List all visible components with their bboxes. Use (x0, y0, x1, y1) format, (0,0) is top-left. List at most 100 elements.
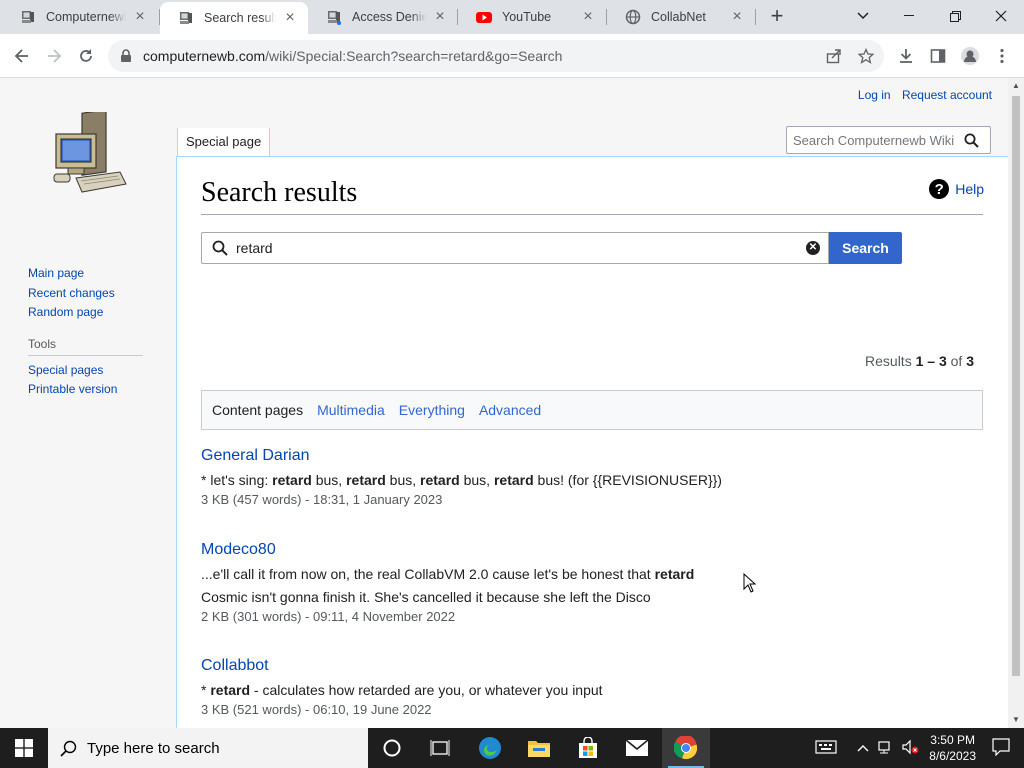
microsoft-store-icon[interactable] (564, 728, 612, 768)
search-icon (60, 740, 77, 757)
chrome-icon[interactable] (662, 728, 710, 768)
task-view-icon[interactable] (416, 728, 464, 768)
new-tab-icon[interactable]: + (766, 5, 788, 28)
browser-toolbar: computernewb.com/wiki/Special:Search?sea… (0, 34, 1024, 78)
keyboard-icon[interactable] (815, 739, 837, 758)
header-search[interactable] (786, 126, 991, 154)
result-title-link[interactable]: Collabbot (201, 657, 981, 675)
menu-kebab-icon[interactable] (988, 42, 1016, 70)
reload-icon[interactable] (72, 42, 100, 70)
wiki-computer-icon (178, 10, 194, 26)
page-title: Search results (201, 177, 983, 215)
wiki-page: Log in Request account Main page Recent … (0, 78, 1008, 728)
browser-tab[interactable]: Computernewb Wiki × (2, 0, 158, 34)
sidebar-item-special-pages[interactable]: Special pages (28, 361, 148, 381)
results-count: Results 1 – 3 of 3 (865, 353, 974, 369)
snippet-text: * let's sing: (201, 472, 273, 488)
result-title-link[interactable]: Modeco80 (201, 541, 721, 559)
close-icon[interactable]: × (132, 9, 148, 25)
tab-special-page[interactable]: Special page (177, 128, 271, 158)
result-meta: 3 KB (521 words) - 06:10, 19 June 2022 (201, 702, 432, 717)
search-result: Modeco80 ...e'll call it from now on, th… (201, 541, 721, 624)
snippet-text: ...e'll call it from now on, the real Co… (201, 566, 655, 582)
header-search-input[interactable] (793, 132, 961, 148)
windows-start-icon[interactable] (0, 728, 48, 768)
chevron-up-icon[interactable] (857, 741, 869, 755)
browser-tab[interactable]: CollabNet × (607, 0, 755, 34)
tab-search-icon[interactable] (840, 0, 886, 32)
youtube-icon (476, 9, 492, 25)
tab-title: Computernewb Wiki (46, 10, 126, 24)
bookmark-star-icon[interactable] (856, 46, 876, 66)
sidebar-item-random-page[interactable]: Random page (28, 303, 148, 323)
sidebar-item-printable-version[interactable]: Printable version (28, 380, 148, 400)
cortana-icon[interactable] (368, 728, 416, 768)
browser-tab[interactable]: Access Denied × (308, 0, 458, 34)
help-link[interactable]: ? Help (929, 179, 984, 199)
address-bar[interactable]: computernewb.com/wiki/Special:Search?sea… (108, 40, 884, 72)
download-icon[interactable] (892, 42, 920, 70)
edge-browser-icon[interactable] (466, 728, 514, 768)
profile-avatar-icon[interactable] (956, 42, 984, 70)
system-tray: 3:50 PM 8/6/2023 (815, 728, 1024, 768)
network-icon[interactable] (877, 739, 895, 758)
snippet-text: bus, (311, 472, 347, 488)
share-icon[interactable] (824, 46, 844, 66)
snippet-match: retard (272, 472, 312, 488)
scroll-down-icon[interactable]: ▼ (1008, 712, 1024, 728)
search-query-input[interactable] (236, 240, 806, 256)
profile-tab-content-pages[interactable]: Content pages (212, 402, 303, 418)
tab-title: Access Denied (352, 10, 426, 24)
search-icon[interactable] (961, 130, 981, 150)
back-icon[interactable] (8, 42, 36, 70)
volume-muted-icon[interactable] (901, 739, 919, 758)
sidebar-item-main-page[interactable]: Main page (28, 264, 148, 284)
forward-icon[interactable] (40, 42, 68, 70)
request-account-link[interactable]: Request account (902, 88, 992, 102)
clock[interactable]: 3:50 PM 8/6/2023 (929, 732, 976, 764)
browser-tab-active[interactable]: Search results for × (160, 2, 308, 34)
taskbar-search[interactable]: Type here to search (48, 728, 368, 768)
main-content: Search results ? Help ✕ Search Results 1… (176, 156, 1008, 728)
profile-tab-advanced[interactable]: Advanced (479, 402, 541, 418)
snippet-text: - calculates how retarded are you, or wh… (250, 682, 603, 698)
side-panel-icon[interactable] (924, 42, 952, 70)
url-text: computernewb.com/wiki/Special:Search?sea… (143, 48, 563, 64)
sidebar: Main page Recent changes Random page Too… (28, 264, 148, 400)
close-icon[interactable]: × (432, 9, 448, 25)
site-logo[interactable] (48, 109, 128, 202)
file-explorer-icon[interactable] (515, 728, 563, 768)
close-icon[interactable]: × (282, 10, 298, 26)
restore-icon[interactable] (932, 0, 978, 32)
lock-icon[interactable] (120, 49, 134, 63)
notification-icon[interactable] (992, 737, 1010, 759)
clock-date: 8/6/2023 (929, 749, 976, 763)
scrollbar-thumb[interactable] (1012, 96, 1020, 676)
scroll-up-icon[interactable]: ▲ (1008, 78, 1024, 94)
search-query-box[interactable]: ✕ (201, 232, 829, 264)
help-icon: ? (929, 179, 950, 199)
search-profile-tabs: Content pages Multimedia Everything Adva… (201, 390, 983, 430)
result-snippet: * let's sing: retard bus, retard bus, re… (201, 469, 981, 492)
profile-tab-everything[interactable]: Everything (399, 402, 465, 418)
minimize-icon[interactable] (886, 0, 932, 32)
globe-icon (625, 9, 641, 25)
mail-icon[interactable] (613, 728, 661, 768)
browser-tab[interactable]: YouTube × (458, 0, 606, 34)
windows-taskbar: Type here to search 3:50 PM 8/6/2023 (0, 728, 1024, 768)
snippet-match: retard (493, 472, 534, 488)
close-icon[interactable]: × (729, 9, 745, 25)
result-meta: 3 KB (457 words) - 18:31, 1 January 2023 (201, 492, 443, 507)
login-link[interactable]: Log in (858, 88, 891, 102)
result-title-link[interactable]: General Darian (201, 447, 981, 465)
search-button[interactable]: Search (829, 232, 902, 264)
search-result: Collabbot * retard - calculates how reta… (201, 657, 981, 717)
close-icon[interactable]: × (580, 9, 596, 25)
search-result: General Darian * let's sing: retard bus,… (201, 447, 981, 507)
wiki-computer-icon (20, 9, 36, 25)
close-window-icon[interactable] (978, 0, 1024, 32)
clear-icon[interactable]: ✕ (806, 241, 820, 255)
page-scrollbar[interactable]: ▲ ▼ (1008, 78, 1024, 728)
profile-tab-multimedia[interactable]: Multimedia (317, 402, 385, 418)
sidebar-item-recent-changes[interactable]: Recent changes (28, 284, 148, 304)
